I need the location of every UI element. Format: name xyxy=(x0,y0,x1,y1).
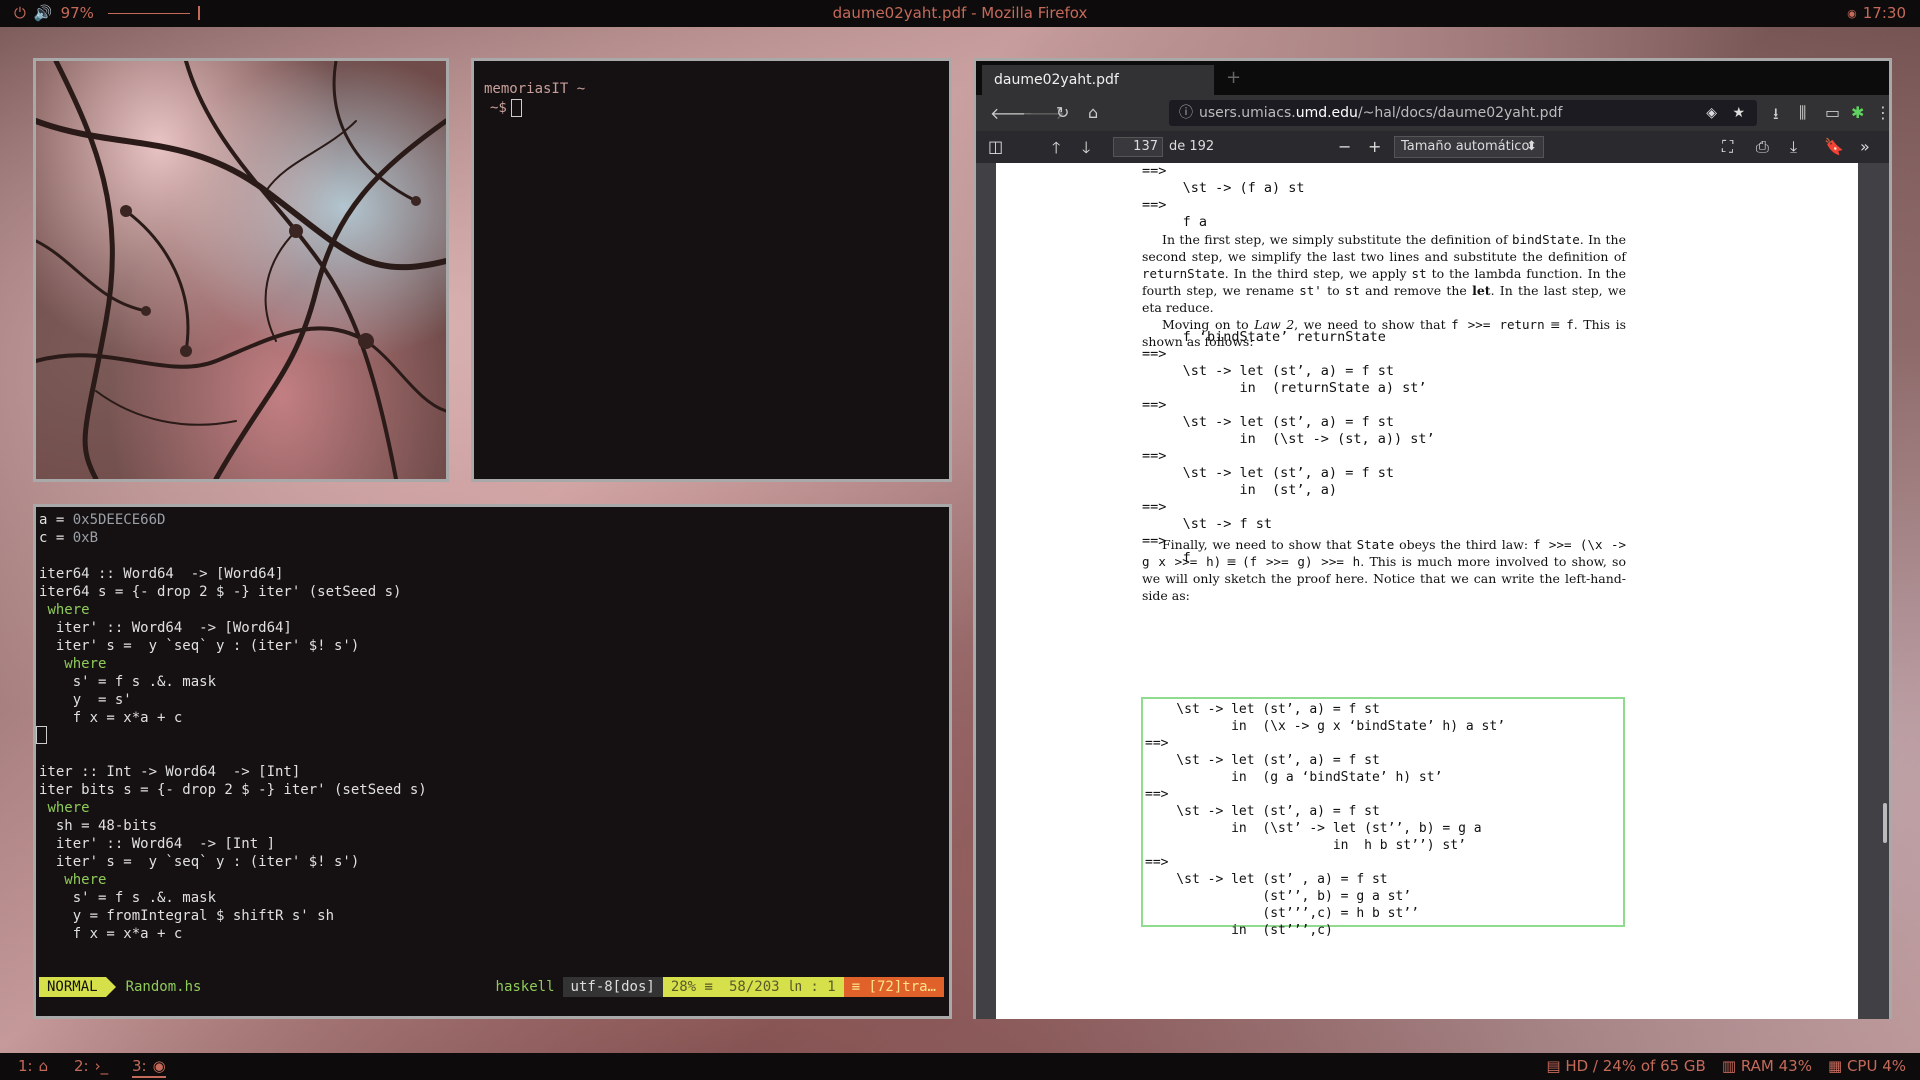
tab-strip: daume02yaht.pdf + xyxy=(976,61,1889,95)
zoom-value: Tamaño automático xyxy=(1401,139,1530,154)
code-block-law3: \st -> let (st’, a) = f st in (\x -> g x… xyxy=(1145,702,1506,938)
vim-filename: Random.hs xyxy=(125,979,202,995)
bookmark-icon[interactable]: 🔖 xyxy=(1824,137,1844,156)
next-page-icon[interactable]: 🡓 xyxy=(1082,137,1090,164)
url-host: umd.edu xyxy=(1295,105,1358,121)
vim-editor-window[interactable]: a = 0x5DEECE66D c = 0xB iter64 :: Word64… xyxy=(33,504,952,1019)
bookmark-star-icon[interactable]: ★ xyxy=(1732,100,1745,126)
firefox-icon: ◉ xyxy=(152,1057,166,1075)
firefox-window[interactable]: daume02yaht.pdf + 🡐 🡒 ↻ ⌂ ⓘ users.umiacs… xyxy=(973,58,1892,1019)
workspace-2-label: 2: xyxy=(74,1057,89,1075)
vim-percent: 28% ≡ xyxy=(662,977,721,997)
new-tab-button[interactable]: + xyxy=(1226,67,1241,88)
paragraph-law3: Finally, we need to show that State obey… xyxy=(1142,537,1627,603)
url-prefix: users.umiacs. xyxy=(1199,105,1296,121)
sidebar-icon[interactable]: ▭ xyxy=(1825,103,1840,122)
pdf-viewer[interactable]: ==> \st -> (f a) st ==> f a In the first… xyxy=(976,163,1889,1019)
code-block-top: ==> \st -> (f a) st ==> f a xyxy=(1142,163,1305,230)
page-count: de 192 xyxy=(1169,139,1215,154)
vim-cursor xyxy=(36,726,47,744)
statusline-separator xyxy=(105,977,116,997)
vim-trailing-warning: ≡ [72]tra… xyxy=(843,977,944,997)
navigation-toolbar: 🡐 🡒 ↻ ⌂ ⓘ users.umiacs.umd.edu/~hal/docs… xyxy=(976,95,1891,131)
clock-time: 17:30 xyxy=(1862,4,1906,22)
vim-statusline: NORMAL Random.hs haskell utf-8[dos] 28% … xyxy=(39,977,944,997)
workspace-1[interactable]: 1: ⌂ xyxy=(18,1057,48,1075)
extension-icon[interactable]: ✱ xyxy=(1851,103,1864,122)
presentation-mode-icon[interactable]: ⛶ xyxy=(1722,137,1733,157)
terminal-window[interactable]: memoriasIT ~ ~$ xyxy=(471,58,952,482)
home-icon: ⌂ xyxy=(38,1057,49,1075)
vim-cursor-position: 58/203 ㏑ : 1 xyxy=(720,977,844,997)
pdf-scrollbar[interactable] xyxy=(1883,803,1887,843)
top-status-bar: ⏻ 🔊 97% daume02yaht.pdf - Mozilla Firefo… xyxy=(0,0,1920,27)
tools-icon[interactable]: » xyxy=(1860,137,1870,156)
url-bar[interactable]: ⓘ users.umiacs.umd.edu/~hal/docs/daume02… xyxy=(1169,100,1757,126)
vim-encoding: utf-8[dos] xyxy=(562,977,663,997)
vim-filetype: haskell xyxy=(495,979,555,995)
terminal-prompt: ~$ xyxy=(490,100,507,116)
zoom-select[interactable]: Tamaño automático ⬍ xyxy=(1394,136,1544,158)
vim-buffer[interactable]: a = 0x5DEECE66D c = 0xB iter64 :: Word64… xyxy=(39,511,427,943)
workspace-1-label: 1: xyxy=(18,1057,33,1075)
zoom-in-icon[interactable]: + xyxy=(1368,137,1381,156)
zoom-out-icon[interactable]: − xyxy=(1338,137,1351,156)
workspace-3[interactable]: 3: ◉ xyxy=(132,1057,166,1078)
highlighted-code-box: \st -> let (st’, a) = f st in (\x -> g x… xyxy=(1141,697,1625,938)
disk-usage: ▤ HD / 24% of 65 GB xyxy=(1546,1057,1706,1075)
workspace-3-label: 3: xyxy=(132,1057,147,1075)
reload-icon[interactable]: ↻ xyxy=(1056,103,1069,122)
previous-page-icon[interactable]: 🡑 xyxy=(1052,137,1060,164)
toggle-sidebar-icon[interactable]: ◫ xyxy=(988,137,1003,156)
pdf-toolbar: ◫ 🡑 🡓 137 de 192 − + Tamaño automático ⬍ … xyxy=(976,131,1889,163)
code-block-law2: f ‘bindState’ returnState ==> \st -> let… xyxy=(1142,329,1435,566)
pocket-icon[interactable]: ◈ xyxy=(1706,100,1717,126)
ram-icon: ▥ xyxy=(1721,1057,1737,1075)
terminal-cursor xyxy=(510,99,522,117)
bottom-status-bar: 1: ⌂ 2: ›_ 3: ◉ ▤ HD / 24% of 65 GB ▥ RAM 4… xyxy=(0,1053,1920,1080)
home-icon[interactable]: ⌂ xyxy=(1088,103,1098,122)
downloads-icon[interactable]: ⭳ xyxy=(1773,103,1779,130)
terminal-icon: ›_ xyxy=(94,1057,109,1075)
terminal-prompt-line[interactable]: ~$ xyxy=(490,99,522,117)
terminal-prompt-host: memoriasIT ~ xyxy=(484,81,586,97)
library-icon[interactable]: ⫼ xyxy=(1799,103,1806,123)
print-icon[interactable]: ⎙ xyxy=(1756,137,1769,157)
cpu-usage: ▦ CPU 4% xyxy=(1827,1057,1906,1075)
cpu-icon: ▦ xyxy=(1827,1057,1843,1075)
wallpaper-branches-image xyxy=(36,61,446,479)
chevron-down-icon: ⬍ xyxy=(1526,139,1537,154)
disk-icon: ▤ xyxy=(1546,1057,1561,1075)
tab-pdf[interactable]: daume02yaht.pdf xyxy=(982,65,1214,95)
vim-mode-indicator: NORMAL xyxy=(39,977,106,997)
image-viewer-window[interactable] xyxy=(33,58,449,482)
window-title: daume02yaht.pdf - Mozilla Firefox xyxy=(832,4,1088,22)
clock-icon: ◉ xyxy=(1847,6,1857,20)
ram-usage: ▥ RAM 43% xyxy=(1721,1057,1812,1075)
site-info-icon[interactable]: ⓘ xyxy=(1179,100,1193,126)
pdf-page: ==> \st -> (f a) st ==> f a In the first… xyxy=(996,163,1858,1019)
save-icon[interactable]: ⤓ xyxy=(1790,137,1797,157)
url-path: /~hal/docs/daume02yaht.pdf xyxy=(1357,105,1563,121)
page-number-input[interactable]: 137 xyxy=(1113,137,1163,157)
menu-icon[interactable]: ⋮ xyxy=(1875,103,1891,122)
workspace-2[interactable]: 2: ›_ xyxy=(74,1057,108,1075)
